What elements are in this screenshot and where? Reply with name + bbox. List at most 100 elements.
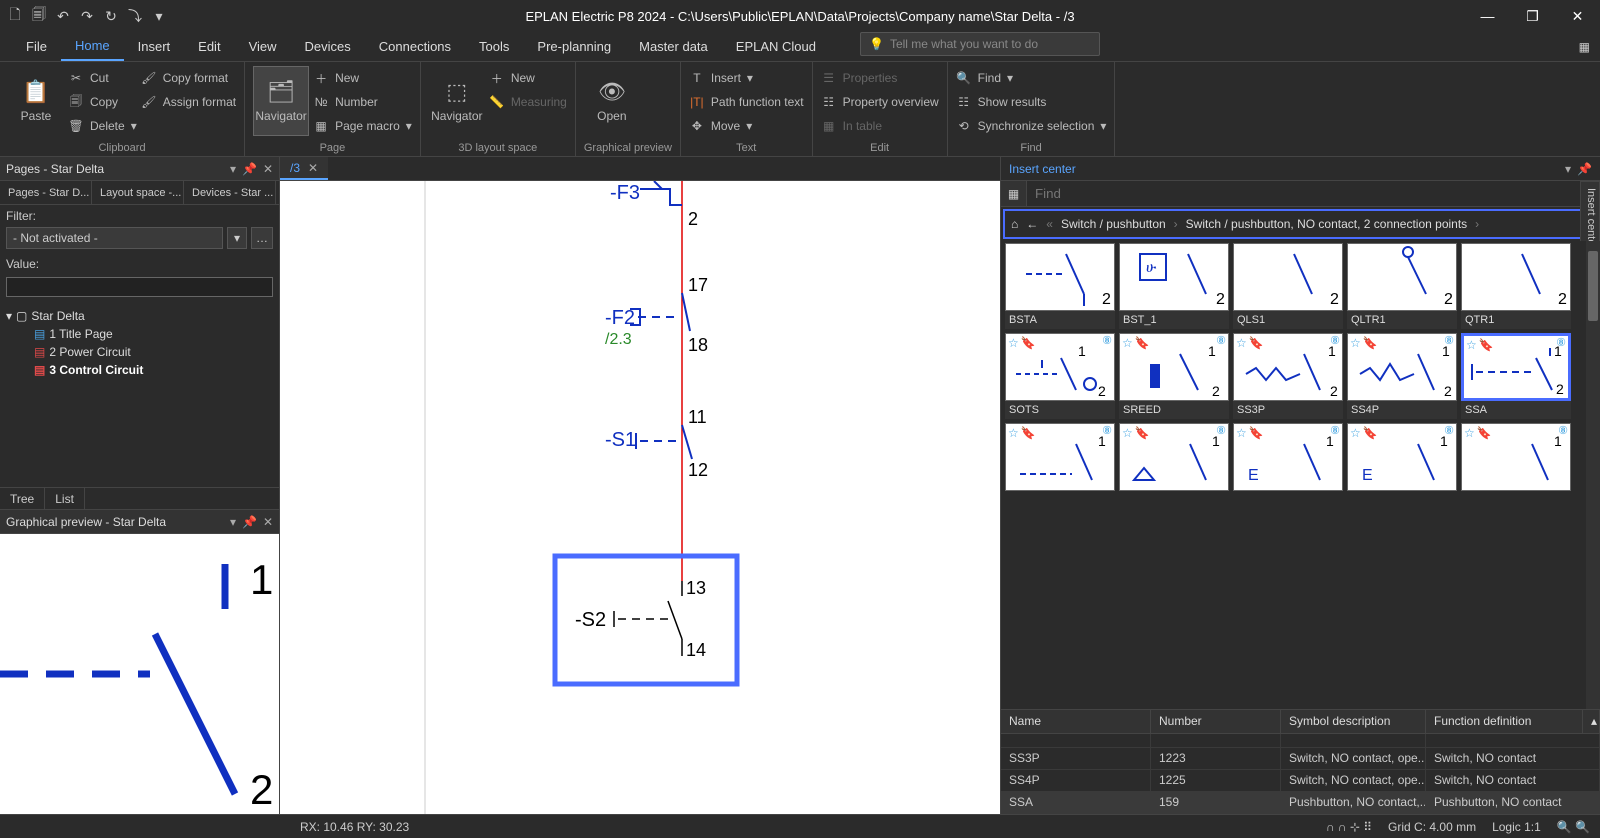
tab-layout-space[interactable]: Layout space -... [92, 181, 184, 204]
menu-tools[interactable]: Tools [465, 32, 523, 61]
collapse-icon[interactable]: ▾ [6, 309, 12, 323]
filter-more-button[interactable]: … [251, 227, 273, 249]
tab-pages[interactable]: Pages - Star D... [0, 181, 92, 204]
symbol-card-qltr1[interactable]: 2 QLTR1 [1347, 243, 1457, 329]
open-preview-button[interactable]: 👁Open [584, 66, 640, 136]
qat-undo-icon[interactable]: ↶ [54, 7, 72, 25]
subtab-list[interactable]: List [45, 488, 85, 509]
status-snap-icons[interactable]: ∩ ∩ ⊹ ⠿ [1326, 820, 1372, 834]
layout-measuring-button[interactable]: 📏Measuring [489, 92, 567, 112]
close-button[interactable]: ✕ [1555, 0, 1600, 32]
menu-insert[interactable]: Insert [124, 32, 185, 61]
page-macro-button[interactable]: ▦Page macro ▾ [313, 116, 412, 136]
qat-new-icon[interactable]: 🗋 [6, 7, 24, 25]
menu-connections[interactable]: Connections [365, 32, 465, 61]
menu-file[interactable]: File [12, 32, 61, 61]
status-logic[interactable]: Logic 1:1 [1492, 820, 1541, 834]
move-text-button[interactable]: ✥Move ▾ [689, 116, 804, 136]
value-input[interactable] [6, 277, 273, 297]
delete-button[interactable]: 🗑Delete ▾ [68, 116, 137, 136]
qat-copy-icon[interactable]: 🗐 [30, 7, 48, 25]
symbol-card-row3-4[interactable]: ☆🔖⑧1E [1347, 423, 1457, 491]
tree-item-power-circuit[interactable]: ▤2 Power Circuit [34, 343, 273, 361]
layout-new-button[interactable]: ＋New [489, 68, 567, 88]
panel-pin-icon[interactable]: 📌 [242, 162, 257, 176]
qat-refresh-icon[interactable]: ↻ [102, 7, 120, 25]
document-tab[interactable]: /3 ✕ [280, 157, 328, 180]
filter-select[interactable]: - Not activated - [6, 227, 223, 249]
layout-navigator-button[interactable]: ⬚Navigator [429, 66, 485, 136]
panel-pin-icon[interactable]: 📌 [242, 515, 257, 529]
sync-selection-button[interactable]: ⟲Synchronize selection ▾ [956, 116, 1107, 136]
symbol-card-bsta[interactable]: 2 BSTA [1005, 243, 1115, 329]
symbol-card-sots[interactable]: ☆🔖⑧12 SOTS [1005, 333, 1115, 419]
table-row-selected[interactable]: SSA 159 Pushbutton, NO contact,... Pushb… [1001, 792, 1600, 814]
ribbon-options-icon[interactable]: ▦ [1579, 32, 1590, 61]
tree-item-title-page[interactable]: ▤1 Title Page [34, 325, 273, 343]
properties-button[interactable]: ☰Properties [821, 68, 939, 88]
assign-format-button[interactable]: 🖌Assign format [141, 92, 236, 112]
menu-edit[interactable]: Edit [184, 32, 234, 61]
menu-home[interactable]: Home [61, 32, 124, 61]
breadcrumb-level-1[interactable]: Switch / pushbutton [1061, 217, 1166, 231]
tree-item-control-circuit[interactable]: ▤3 Control Circuit [34, 361, 273, 379]
status-zoom-icons[interactable]: 🔍 🔍 [1557, 820, 1590, 834]
menu-preplanning[interactable]: Pre-planning [523, 32, 625, 61]
symbol-card-row3-3[interactable]: ☆🔖⑧1E [1233, 423, 1343, 491]
close-tab-icon[interactable]: ✕ [308, 161, 318, 175]
show-results-button[interactable]: ☷Show results [956, 92, 1107, 112]
panel-close-icon[interactable]: ✕ [263, 515, 273, 529]
table-row[interactable]: SS3P 1223 Switch, NO contact, ope... Swi… [1001, 748, 1600, 770]
panel-close-icon[interactable]: ✕ [263, 162, 273, 176]
path-function-text-button[interactable]: |T|Path function text [689, 92, 804, 112]
page-navigator-button[interactable]: 🗂Navigator [253, 66, 309, 136]
filter-dropdown-button[interactable]: ▾ [227, 227, 247, 249]
text-insert-button[interactable]: TInsert ▾ [689, 68, 804, 88]
copy-button[interactable]: 🗐Copy [68, 92, 137, 112]
property-overview-button[interactable]: ☷Property overview [821, 92, 939, 112]
back-icon[interactable]: ← [1026, 217, 1038, 231]
table-row[interactable]: SS4P 1225 Switch, NO contact, ope... Swi… [1001, 770, 1600, 792]
home-icon[interactable]: ⌂ [1011, 217, 1018, 231]
panel-pin-icon[interactable]: 📌 [1577, 162, 1592, 176]
symbol-card-row3-5[interactable]: ☆🔖⑧1 [1461, 423, 1571, 491]
symbol-card-ssa[interactable]: ☆🔖⑧12 SSA [1461, 333, 1571, 419]
symbol-card-row3-1[interactable]: ☆🔖⑧1 [1005, 423, 1115, 491]
page-new-button[interactable]: ＋New [313, 68, 412, 88]
panel-dropdown-icon[interactable]: ▾ [230, 162, 236, 176]
symbol-card-row3-2[interactable]: ☆🔖⑧1 [1119, 423, 1229, 491]
header-number[interactable]: Number [1151, 710, 1281, 733]
paste-button[interactable]: 📋Paste [8, 66, 64, 136]
symbol-card-bst1[interactable]: ሁ2 BST_1 [1119, 243, 1229, 329]
menu-devices[interactable]: Devices [291, 32, 365, 61]
in-table-button[interactable]: ▦In table [821, 116, 939, 136]
header-name[interactable]: Name [1001, 710, 1151, 733]
qat-dropdown-icon[interactable]: ▾ [150, 7, 168, 25]
subtab-tree[interactable]: Tree [0, 488, 45, 509]
table-row-partial[interactable] [1001, 734, 1600, 748]
tell-me-search[interactable]: 💡 Tell me what you want to do [860, 32, 1100, 56]
symbol-card-sreed[interactable]: ☆🔖⑧12 SREED [1119, 333, 1229, 419]
panel-dropdown-icon[interactable]: ▾ [1565, 162, 1571, 176]
find-input[interactable] [1027, 181, 1574, 206]
qat-import-icon[interactable]: ⤵ [126, 7, 144, 25]
symbol-card-qls1[interactable]: 2 QLS1 [1233, 243, 1343, 329]
page-number-button[interactable]: №Number [313, 92, 412, 112]
cut-button[interactable]: ✂Cut [68, 68, 137, 88]
tab-devices[interactable]: Devices - Star ... [184, 181, 276, 204]
status-grid[interactable]: Grid C: 4.00 mm [1388, 820, 1476, 834]
minimize-button[interactable]: — [1465, 0, 1510, 32]
header-func[interactable]: Function definition [1426, 710, 1583, 733]
qat-redo-icon[interactable]: ↷ [78, 7, 96, 25]
tree-root[interactable]: ▾ ▢ Star Delta [6, 307, 273, 325]
copy-format-button[interactable]: 🖌Copy format [141, 68, 236, 88]
symbol-card-ss4p[interactable]: ☆🔖⑧12 SS4P [1347, 333, 1457, 419]
maximize-button[interactable]: ❐ [1510, 0, 1555, 32]
schematic-canvas[interactable]: -F3 2 -F2 /2.3 17 18 -S1 11 12 [280, 181, 1000, 814]
panel-dropdown-icon[interactable]: ▾ [230, 515, 236, 529]
find-button[interactable]: 🔍Find ▾ [956, 68, 1107, 88]
header-desc[interactable]: Symbol description [1281, 710, 1426, 733]
symbol-scrollbar[interactable] [1586, 241, 1600, 709]
symbol-card-ss3p[interactable]: ☆🔖⑧12 SS3P [1233, 333, 1343, 419]
breadcrumb-level-2[interactable]: Switch / pushbutton, NO contact, 2 conne… [1186, 217, 1468, 231]
